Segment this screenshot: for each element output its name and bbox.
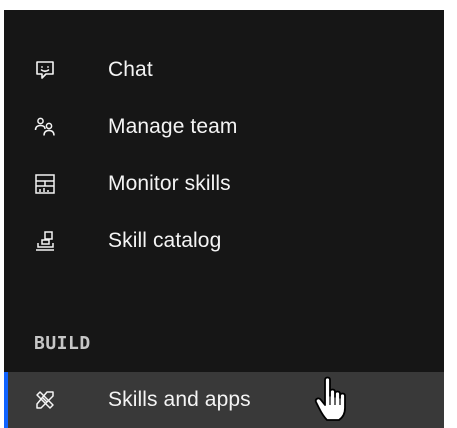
hand-pointer-cursor-icon	[314, 376, 346, 421]
chat-bubble-icon	[34, 59, 56, 81]
dashboard-chart-icon	[34, 173, 56, 195]
nav-item-skill-catalog-label: Skill catalog	[108, 229, 222, 252]
section-heading-build: BUILD	[34, 333, 91, 354]
active-indicator	[4, 372, 8, 428]
nav-item-manage-team-label: Manage team	[108, 115, 238, 138]
nav-item-skills-and-apps[interactable]: Skills and apps	[4, 372, 444, 428]
catalog-icon	[34, 230, 56, 252]
user-group-icon	[34, 116, 56, 138]
nav-item-monitor-skills-label: Monitor skills	[108, 172, 231, 195]
nav-item-manage-team[interactable]: Manage team	[4, 104, 444, 150]
nav-item-chat[interactable]: Chat	[4, 47, 444, 93]
page-frame: Chat Manage team Monitor skills Skill ca…	[0, 0, 457, 428]
nav-item-chat-label: Chat	[108, 58, 153, 81]
nav-item-monitor-skills[interactable]: Monitor skills	[4, 161, 444, 207]
tools-icon	[34, 389, 56, 411]
side-nav: Chat Manage team Monitor skills Skill ca…	[4, 10, 444, 428]
nav-item-skill-catalog[interactable]: Skill catalog	[4, 218, 444, 264]
nav-item-skills-and-apps-label: Skills and apps	[108, 388, 251, 411]
